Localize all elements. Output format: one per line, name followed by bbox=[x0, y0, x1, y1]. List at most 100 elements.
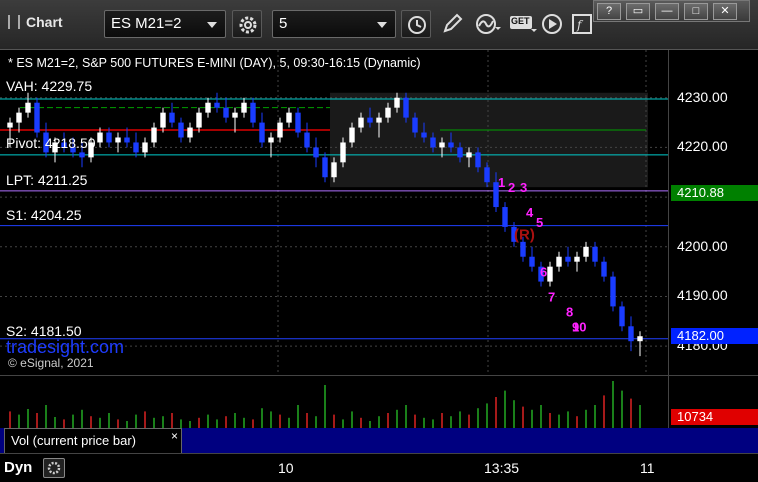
volume-axis[interactable]: 10734 bbox=[668, 375, 758, 430]
candle-body-13 bbox=[124, 137, 130, 143]
restore-button[interactable]: ▭ bbox=[626, 3, 650, 20]
seq-label-10: 10 bbox=[572, 319, 586, 334]
candle-body-26 bbox=[241, 102, 247, 113]
time-button[interactable] bbox=[401, 10, 431, 38]
toolbar: Chart ES M21=2 5 GET f ? ▭ — □ ✕ bbox=[0, 0, 758, 50]
app-title: Chart bbox=[8, 14, 63, 30]
chart-header: * ES M21=2, S&P 500 FUTURES E-MINI (DAY)… bbox=[8, 56, 421, 70]
seq-label-4: 4 bbox=[526, 205, 534, 220]
chevron-down-icon bbox=[377, 22, 387, 28]
candle-body-45 bbox=[412, 117, 418, 133]
settings-button[interactable] bbox=[232, 10, 262, 38]
candle-body-41 bbox=[376, 117, 382, 123]
interval-select[interactable]: 5 bbox=[272, 10, 396, 38]
price-axis[interactable]: 4230.004220.004210.004200.004190.004180.… bbox=[668, 50, 758, 375]
maximize-button[interactable]: □ bbox=[684, 3, 708, 20]
candle-body-44 bbox=[403, 97, 409, 118]
curve-icon bbox=[476, 14, 501, 34]
candle-body-32 bbox=[295, 112, 301, 133]
time-label-10: 10 bbox=[278, 460, 294, 476]
candle-body-36 bbox=[331, 162, 337, 178]
candle-body-27 bbox=[250, 102, 256, 123]
candle-body-19 bbox=[178, 122, 184, 138]
candle-body-66 bbox=[601, 261, 607, 277]
grip-icon[interactable] bbox=[8, 15, 20, 29]
get-button[interactable]: GET bbox=[505, 10, 537, 38]
candle-body-30 bbox=[277, 122, 283, 138]
seq-label-5: 5 bbox=[536, 215, 543, 230]
candle-body-50 bbox=[457, 147, 463, 158]
candle-body-33 bbox=[304, 132, 310, 148]
candle-body-29 bbox=[268, 137, 274, 143]
candle-body-60 bbox=[547, 266, 553, 282]
watermark: tradesight.com bbox=[6, 337, 125, 357]
gear-icon bbox=[47, 461, 61, 475]
time-axis[interactable]: Dyn 10 13:35 11 bbox=[0, 453, 758, 482]
level-label-lpt: LPT: 4211.25 bbox=[6, 172, 88, 188]
candle-body-46 bbox=[421, 132, 427, 138]
price-chart-canvas[interactable]: 1 2 345678910(R) bbox=[0, 50, 668, 375]
candle-body-17 bbox=[160, 112, 166, 128]
candle-body-63 bbox=[574, 256, 580, 262]
price-tick-0: 4230.00 bbox=[677, 88, 728, 105]
seq-label-6: 6 bbox=[540, 265, 547, 280]
candle-body-12 bbox=[115, 137, 121, 143]
candle-body-67 bbox=[610, 276, 616, 307]
symbol-select[interactable]: ES M21=2 bbox=[104, 10, 226, 38]
copyright: © eSignal, 2021 bbox=[8, 356, 94, 370]
candle-body-3 bbox=[34, 102, 40, 133]
dyn-settings-button[interactable] bbox=[43, 458, 65, 478]
volume-canvas[interactable] bbox=[0, 376, 668, 429]
candle-body-57 bbox=[520, 241, 526, 257]
candle-body-69 bbox=[628, 326, 634, 342]
candle-body-11 bbox=[106, 132, 112, 143]
help-button[interactable]: ? bbox=[597, 3, 621, 20]
time-label-1335: 13:35 bbox=[484, 460, 520, 476]
close-button[interactable]: ✕ bbox=[713, 3, 737, 20]
candle-body-61 bbox=[556, 256, 562, 267]
candle-body-31 bbox=[286, 112, 292, 123]
get-label: GET bbox=[511, 16, 530, 26]
candle-body-10 bbox=[97, 132, 103, 143]
seq-label-7: 7 bbox=[548, 289, 555, 304]
candle-body-24 bbox=[223, 107, 229, 118]
dyn-label: Dyn bbox=[4, 459, 33, 476]
reversal-label: (R) bbox=[514, 226, 535, 243]
play-icon bbox=[542, 14, 562, 34]
minimize-button[interactable]: — bbox=[655, 3, 679, 20]
volume-value-tag: 10734 bbox=[671, 409, 758, 425]
candle-body-8 bbox=[79, 152, 85, 158]
candle-body-28 bbox=[259, 122, 265, 143]
candle-body-70 bbox=[637, 336, 643, 342]
candle-body-49 bbox=[448, 142, 454, 148]
volume-legend[interactable]: Vol (current price bar) bbox=[4, 428, 182, 454]
studies-button[interactable] bbox=[471, 10, 501, 38]
candle-body-2 bbox=[25, 102, 31, 113]
candle-body-0 bbox=[7, 122, 13, 128]
candle-body-20 bbox=[187, 127, 193, 138]
price-tick-4: 4190.00 bbox=[677, 287, 728, 304]
candle-body-23 bbox=[214, 102, 220, 108]
candle-body-47 bbox=[430, 137, 436, 148]
volume-chart[interactable] bbox=[0, 375, 668, 430]
time-label-11: 11 bbox=[640, 460, 655, 476]
price-tick-1: 4220.00 bbox=[677, 138, 728, 155]
symbol-value: ES M21=2 bbox=[111, 15, 182, 32]
level-label-s1: S1: 4204.25 bbox=[6, 207, 82, 223]
clock-icon bbox=[408, 16, 426, 34]
candle-body-1 bbox=[16, 112, 22, 123]
candle-body-34 bbox=[313, 147, 319, 158]
candle-body-43 bbox=[394, 97, 400, 108]
svg-text:f: f bbox=[576, 18, 584, 32]
price-tag-last: 4182.00 bbox=[671, 328, 758, 345]
price-chart[interactable]: 1 2 3 4 5 6 7 8 9 10 (R) * ES M21=2, S&P 500 FUTUR… bbox=[0, 50, 668, 375]
volume-close-button[interactable]: × bbox=[171, 429, 178, 443]
candle-body-39 bbox=[358, 117, 364, 128]
chevron-down-icon bbox=[207, 22, 217, 28]
candle-body-58 bbox=[529, 256, 535, 267]
price-tag-lpt: 4210.88 bbox=[671, 184, 758, 201]
level-label-vah: VAH: 4229.75 bbox=[6, 78, 93, 94]
play-button[interactable] bbox=[537, 10, 567, 38]
candle-body-35 bbox=[322, 157, 328, 178]
draw-button[interactable] bbox=[437, 10, 467, 38]
